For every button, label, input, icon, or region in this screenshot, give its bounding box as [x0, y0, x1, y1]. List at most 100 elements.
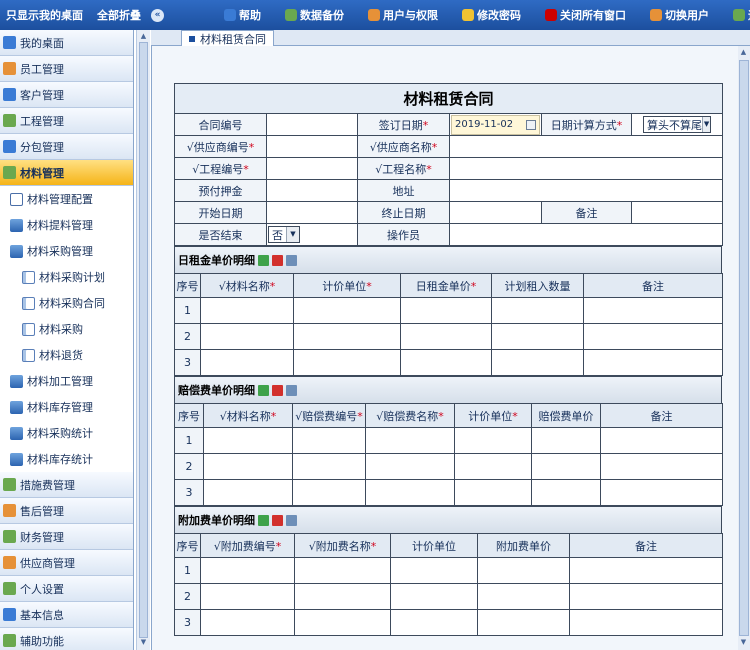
- topnav-item-0[interactable]: 帮助: [224, 7, 261, 23]
- table-cell[interactable]: [200, 323, 294, 350]
- sidebar-item-20[interactable]: 供应商管理: [0, 550, 133, 576]
- table-cell[interactable]: [400, 323, 492, 350]
- table-cell[interactable]: [294, 609, 391, 636]
- table-cell[interactable]: [200, 609, 295, 636]
- collapse-sidebar-icon[interactable]: «: [151, 8, 164, 22]
- table-cell[interactable]: [203, 453, 293, 480]
- table-cell[interactable]: [583, 297, 723, 324]
- table-cell[interactable]: [203, 479, 293, 506]
- table-cell[interactable]: [365, 479, 455, 506]
- sidebar-scrollbar[interactable]: ▲ ▼: [136, 30, 150, 650]
- sidebar-item-15[interactable]: 材料采购统计: [0, 420, 133, 446]
- chevron-down-icon[interactable]: ▼: [286, 227, 299, 242]
- table-cell[interactable]: [294, 557, 391, 584]
- sidebar-item-2[interactable]: 客户管理: [0, 82, 133, 108]
- table-cell[interactable]: [569, 557, 723, 584]
- table-cell[interactable]: [531, 427, 601, 454]
- table-cell[interactable]: [400, 297, 492, 324]
- table-cell[interactable]: [293, 349, 401, 376]
- sidebar-item-14[interactable]: 材料库存管理: [0, 394, 133, 420]
- finished-select[interactable]: 否 ▼: [268, 226, 300, 243]
- table-cell[interactable]: [454, 479, 532, 506]
- table-cell[interactable]: [477, 583, 570, 610]
- topnav-item-1[interactable]: 数据备份: [285, 7, 344, 23]
- deposit-field[interactable]: [266, 179, 358, 202]
- table-cell[interactable]: [200, 557, 295, 584]
- table-cell[interactable]: [600, 479, 723, 506]
- sidebar-item-21[interactable]: 个人设置: [0, 576, 133, 602]
- delete-row-icon[interactable]: [272, 514, 283, 526]
- contract-no-field[interactable]: [266, 113, 358, 136]
- table-cell[interactable]: [203, 427, 293, 454]
- scroll-up-icon[interactable]: ▲: [139, 32, 148, 41]
- table-cell[interactable]: [400, 349, 492, 376]
- topnav-item-3[interactable]: 修改密码: [462, 7, 521, 23]
- table-cell[interactable]: [531, 453, 601, 480]
- add-row-icon[interactable]: [258, 254, 269, 266]
- table-cell[interactable]: [600, 453, 723, 480]
- chevron-down-icon[interactable]: ▼: [702, 117, 711, 132]
- content-scroll-down-icon[interactable]: ▼: [739, 638, 748, 647]
- table-cell[interactable]: [454, 453, 532, 480]
- table-cell[interactable]: [200, 297, 294, 324]
- sidebar-item-9[interactable]: 材料采购计划: [0, 264, 133, 290]
- table-cell[interactable]: [477, 557, 570, 584]
- operator-field[interactable]: [448, 223, 724, 246]
- table-cell[interactable]: [600, 427, 723, 454]
- collapse-all-link[interactable]: 全部折叠: [97, 7, 141, 23]
- sidebar-item-18[interactable]: 售后管理: [0, 498, 133, 524]
- scroll-down-icon[interactable]: ▼: [139, 638, 148, 647]
- table-cell[interactable]: [292, 427, 366, 454]
- delete-row-icon[interactable]: [272, 384, 283, 396]
- sidebar-item-6[interactable]: 材料管理配置: [0, 186, 133, 212]
- table-cell[interactable]: [491, 349, 584, 376]
- table-cell[interactable]: [293, 297, 401, 324]
- topnav-item-2[interactable]: 用户与权限: [368, 7, 438, 23]
- show-desktop-link[interactable]: 只显示我的桌面: [6, 7, 83, 23]
- supplier-name-field[interactable]: [448, 135, 724, 158]
- sign-date-input[interactable]: 2019-11-02: [451, 114, 540, 135]
- sidebar-item-5[interactable]: 材料管理: [0, 160, 133, 186]
- sidebar-item-13[interactable]: 材料加工管理: [0, 368, 133, 394]
- table-cell[interactable]: [454, 427, 532, 454]
- table-cell[interactable]: [491, 323, 584, 350]
- table-cell[interactable]: [569, 609, 723, 636]
- sidebar-item-11[interactable]: 材料采购: [0, 316, 133, 342]
- edit-row-icon[interactable]: [286, 384, 297, 396]
- table-cell[interactable]: [477, 609, 570, 636]
- table-cell[interactable]: [531, 479, 601, 506]
- table-cell[interactable]: [200, 583, 295, 610]
- topnav-item-5[interactable]: 切换用户: [650, 7, 709, 23]
- sidebar-item-16[interactable]: 材料库存统计: [0, 446, 133, 472]
- sidebar-item-17[interactable]: 措施费管理: [0, 472, 133, 498]
- sidebar-item-0[interactable]: 我的桌面: [0, 30, 133, 56]
- sidebar-item-8[interactable]: 材料采购管理: [0, 238, 133, 264]
- supplier-no-field[interactable]: [266, 135, 358, 158]
- table-cell[interactable]: [583, 323, 723, 350]
- sidebar-item-12[interactable]: 材料退货: [0, 342, 133, 368]
- table-cell[interactable]: [292, 479, 366, 506]
- table-cell[interactable]: [390, 557, 478, 584]
- sidebar-item-19[interactable]: 财务管理: [0, 524, 133, 550]
- start-date-field[interactable]: [266, 201, 358, 224]
- add-row-icon[interactable]: [258, 384, 269, 396]
- table-cell[interactable]: [583, 349, 723, 376]
- table-cell[interactable]: [390, 583, 478, 610]
- table-cell[interactable]: [292, 453, 366, 480]
- table-cell[interactable]: [390, 609, 478, 636]
- table-cell[interactable]: [365, 427, 455, 454]
- sidebar-scroll-thumb[interactable]: [139, 42, 148, 638]
- topnav-item-6[interactable]: 退出: [733, 7, 750, 23]
- tab-material-lease-contract[interactable]: 材料租赁合同: [181, 30, 274, 46]
- table-cell[interactable]: [200, 349, 294, 376]
- table-cell[interactable]: [294, 583, 391, 610]
- sidebar-item-22[interactable]: 基本信息: [0, 602, 133, 628]
- table-cell[interactable]: [293, 323, 401, 350]
- delete-row-icon[interactable]: [272, 254, 283, 266]
- topnav-item-4[interactable]: 关闭所有窗口: [545, 7, 626, 23]
- table-cell[interactable]: [569, 583, 723, 610]
- table-cell[interactable]: [365, 453, 455, 480]
- sidebar-item-23[interactable]: 辅助功能: [0, 628, 133, 650]
- date-calc-select[interactable]: 算头不算尾 ▼: [643, 116, 712, 133]
- sidebar-item-4[interactable]: 分包管理: [0, 134, 133, 160]
